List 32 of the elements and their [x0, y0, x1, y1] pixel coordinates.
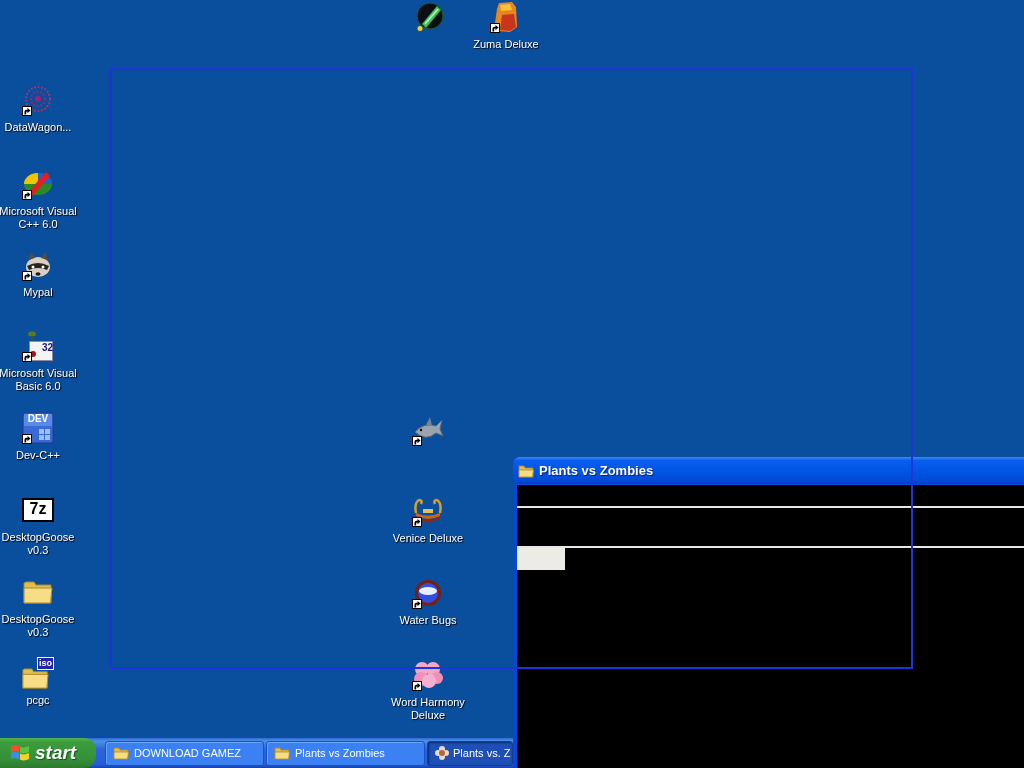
desktop-icon-label[interactable]: DataWagon... — [4, 121, 72, 134]
icon-badge-text: 32 — [41, 343, 53, 353]
desktop-icon-label[interactable]: Word Harmony Deluxe — [387, 696, 469, 722]
desktop-icon-label[interactable]: Zuma Deluxe — [473, 38, 539, 51]
folder-icon[interactable] — [22, 668, 49, 689]
ring-icon[interactable] — [412, 577, 444, 609]
desktop-icon-label[interactable]: Microsoft Visual Basic 6.0 — [0, 367, 79, 393]
taskbar-button[interactable]: Plants vs Zombies — [266, 740, 425, 766]
desktop-icon-label[interactable]: DesktopGoose v0.3 — [0, 531, 79, 557]
window-title: Plants vs Zombies — [539, 463, 654, 478]
icon-badge-text: iso — [37, 657, 54, 670]
desktop-icon-label[interactable]: Dev-C++ — [16, 449, 60, 462]
flag-logo-icon — [10, 743, 30, 763]
desktop-icon-label[interactable]: Venice Deluxe — [392, 532, 464, 545]
desktop-icon-label[interactable]: Water Bugs — [399, 614, 457, 627]
title-bar[interactable]: Plants vs Zombies — [513, 457, 1024, 484]
icon-badge-text: DEV — [26, 414, 50, 424]
icon-badge-text: 7z — [28, 501, 48, 517]
taskbar-button[interactable]: DOWNLOAD GAMEZ — [105, 740, 264, 766]
folder-icon — [518, 462, 534, 479]
desktop-icon-label[interactable]: Mypal — [23, 286, 53, 299]
start-button[interactable]: start — [0, 738, 96, 768]
folder-icon — [113, 745, 129, 761]
desktop-icon-label[interactable]: DesktopGoose v0.3 — [0, 613, 79, 639]
desktop-icon-label[interactable]: Microsoft Visual C++ 6.0 — [0, 205, 79, 231]
app-tile-icon[interactable] — [22, 412, 54, 444]
cloud-icon[interactable] — [412, 659, 444, 691]
taskbar-button[interactable]: Plants vs. Z — [427, 740, 513, 766]
comet-icon[interactable] — [414, 1, 446, 33]
desktop-icon-label[interactable]: pcgc — [26, 694, 50, 707]
flower-icon — [434, 745, 450, 761]
folder-icon — [274, 745, 290, 761]
